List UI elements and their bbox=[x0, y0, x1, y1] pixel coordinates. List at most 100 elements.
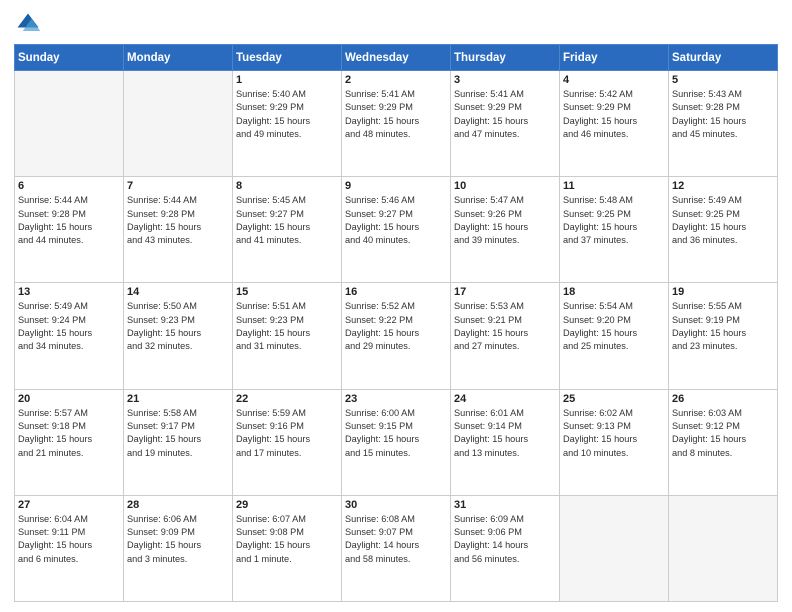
day-number: 3 bbox=[454, 74, 556, 86]
calendar-cell: 27 Sunrise: 6:04 AMSunset: 9:11 PMDaylig… bbox=[15, 495, 124, 601]
day-info: Sunrise: 5:45 AMSunset: 9:27 PMDaylight:… bbox=[236, 194, 338, 247]
calendar-cell: 18 Sunrise: 5:54 AMSunset: 9:20 PMDaylig… bbox=[560, 283, 669, 389]
day-number: 16 bbox=[345, 286, 447, 298]
weekday-header-tuesday: Tuesday bbox=[233, 45, 342, 71]
day-number: 5 bbox=[672, 74, 774, 86]
calendar-cell: 12 Sunrise: 5:49 AMSunset: 9:25 PMDaylig… bbox=[669, 177, 778, 283]
week-row-1: 1 Sunrise: 5:40 AMSunset: 9:29 PMDayligh… bbox=[15, 71, 778, 177]
day-number: 17 bbox=[454, 286, 556, 298]
day-info: Sunrise: 5:55 AMSunset: 9:19 PMDaylight:… bbox=[672, 300, 774, 353]
weekday-header-thursday: Thursday bbox=[451, 45, 560, 71]
calendar-cell: 3 Sunrise: 5:41 AMSunset: 9:29 PMDayligh… bbox=[451, 71, 560, 177]
week-row-4: 20 Sunrise: 5:57 AMSunset: 9:18 PMDaylig… bbox=[15, 389, 778, 495]
weekday-header-monday: Monday bbox=[124, 45, 233, 71]
header bbox=[14, 10, 778, 38]
calendar-cell: 21 Sunrise: 5:58 AMSunset: 9:17 PMDaylig… bbox=[124, 389, 233, 495]
day-number: 6 bbox=[18, 180, 120, 192]
day-number: 23 bbox=[345, 393, 447, 405]
calendar-cell: 20 Sunrise: 5:57 AMSunset: 9:18 PMDaylig… bbox=[15, 389, 124, 495]
calendar-cell: 31 Sunrise: 6:09 AMSunset: 9:06 PMDaylig… bbox=[451, 495, 560, 601]
day-info: Sunrise: 5:41 AMSunset: 9:29 PMDaylight:… bbox=[454, 88, 556, 141]
day-info: Sunrise: 5:40 AMSunset: 9:29 PMDaylight:… bbox=[236, 88, 338, 141]
week-row-2: 6 Sunrise: 5:44 AMSunset: 9:28 PMDayligh… bbox=[15, 177, 778, 283]
calendar-cell: 15 Sunrise: 5:51 AMSunset: 9:23 PMDaylig… bbox=[233, 283, 342, 389]
day-number: 28 bbox=[127, 499, 229, 511]
weekday-header-friday: Friday bbox=[560, 45, 669, 71]
logo bbox=[14, 10, 46, 38]
calendar-cell bbox=[15, 71, 124, 177]
day-number: 7 bbox=[127, 180, 229, 192]
calendar-cell: 7 Sunrise: 5:44 AMSunset: 9:28 PMDayligh… bbox=[124, 177, 233, 283]
calendar-cell: 2 Sunrise: 5:41 AMSunset: 9:29 PMDayligh… bbox=[342, 71, 451, 177]
day-number: 31 bbox=[454, 499, 556, 511]
day-info: Sunrise: 6:02 AMSunset: 9:13 PMDaylight:… bbox=[563, 407, 665, 460]
calendar-cell: 26 Sunrise: 6:03 AMSunset: 9:12 PMDaylig… bbox=[669, 389, 778, 495]
day-info: Sunrise: 5:49 AMSunset: 9:24 PMDaylight:… bbox=[18, 300, 120, 353]
day-number: 13 bbox=[18, 286, 120, 298]
day-number: 30 bbox=[345, 499, 447, 511]
day-number: 20 bbox=[18, 393, 120, 405]
calendar-cell: 11 Sunrise: 5:48 AMSunset: 9:25 PMDaylig… bbox=[560, 177, 669, 283]
calendar-cell: 17 Sunrise: 5:53 AMSunset: 9:21 PMDaylig… bbox=[451, 283, 560, 389]
day-info: Sunrise: 5:48 AMSunset: 9:25 PMDaylight:… bbox=[563, 194, 665, 247]
day-info: Sunrise: 6:06 AMSunset: 9:09 PMDaylight:… bbox=[127, 513, 229, 566]
weekday-header-saturday: Saturday bbox=[669, 45, 778, 71]
calendar-cell: 1 Sunrise: 5:40 AMSunset: 9:29 PMDayligh… bbox=[233, 71, 342, 177]
day-info: Sunrise: 5:46 AMSunset: 9:27 PMDaylight:… bbox=[345, 194, 447, 247]
calendar-cell: 10 Sunrise: 5:47 AMSunset: 9:26 PMDaylig… bbox=[451, 177, 560, 283]
page: SundayMondayTuesdayWednesdayThursdayFrid… bbox=[0, 0, 792, 612]
day-number: 25 bbox=[563, 393, 665, 405]
calendar-cell: 14 Sunrise: 5:50 AMSunset: 9:23 PMDaylig… bbox=[124, 283, 233, 389]
day-number: 1 bbox=[236, 74, 338, 86]
day-info: Sunrise: 5:41 AMSunset: 9:29 PMDaylight:… bbox=[345, 88, 447, 141]
calendar-cell: 28 Sunrise: 6:06 AMSunset: 9:09 PMDaylig… bbox=[124, 495, 233, 601]
calendar-cell: 30 Sunrise: 6:08 AMSunset: 9:07 PMDaylig… bbox=[342, 495, 451, 601]
calendar-cell: 9 Sunrise: 5:46 AMSunset: 9:27 PMDayligh… bbox=[342, 177, 451, 283]
day-info: Sunrise: 6:07 AMSunset: 9:08 PMDaylight:… bbox=[236, 513, 338, 566]
day-info: Sunrise: 5:44 AMSunset: 9:28 PMDaylight:… bbox=[127, 194, 229, 247]
day-info: Sunrise: 6:09 AMSunset: 9:06 PMDaylight:… bbox=[454, 513, 556, 566]
day-info: Sunrise: 5:58 AMSunset: 9:17 PMDaylight:… bbox=[127, 407, 229, 460]
day-info: Sunrise: 5:54 AMSunset: 9:20 PMDaylight:… bbox=[563, 300, 665, 353]
calendar-cell: 4 Sunrise: 5:42 AMSunset: 9:29 PMDayligh… bbox=[560, 71, 669, 177]
day-number: 27 bbox=[18, 499, 120, 511]
calendar-cell: 19 Sunrise: 5:55 AMSunset: 9:19 PMDaylig… bbox=[669, 283, 778, 389]
weekday-header-wednesday: Wednesday bbox=[342, 45, 451, 71]
day-info: Sunrise: 5:52 AMSunset: 9:22 PMDaylight:… bbox=[345, 300, 447, 353]
day-number: 18 bbox=[563, 286, 665, 298]
day-info: Sunrise: 5:43 AMSunset: 9:28 PMDaylight:… bbox=[672, 88, 774, 141]
day-number: 9 bbox=[345, 180, 447, 192]
day-number: 12 bbox=[672, 180, 774, 192]
day-number: 22 bbox=[236, 393, 338, 405]
calendar-cell bbox=[124, 71, 233, 177]
calendar-cell: 24 Sunrise: 6:01 AMSunset: 9:14 PMDaylig… bbox=[451, 389, 560, 495]
weekday-header-row: SundayMondayTuesdayWednesdayThursdayFrid… bbox=[15, 45, 778, 71]
calendar-cell: 29 Sunrise: 6:07 AMSunset: 9:08 PMDaylig… bbox=[233, 495, 342, 601]
day-info: Sunrise: 6:04 AMSunset: 9:11 PMDaylight:… bbox=[18, 513, 120, 566]
day-info: Sunrise: 5:57 AMSunset: 9:18 PMDaylight:… bbox=[18, 407, 120, 460]
calendar-cell: 23 Sunrise: 6:00 AMSunset: 9:15 PMDaylig… bbox=[342, 389, 451, 495]
calendar-cell: 25 Sunrise: 6:02 AMSunset: 9:13 PMDaylig… bbox=[560, 389, 669, 495]
weekday-header-sunday: Sunday bbox=[15, 45, 124, 71]
calendar-table: SundayMondayTuesdayWednesdayThursdayFrid… bbox=[14, 44, 778, 602]
day-info: Sunrise: 5:59 AMSunset: 9:16 PMDaylight:… bbox=[236, 407, 338, 460]
day-number: 19 bbox=[672, 286, 774, 298]
day-number: 21 bbox=[127, 393, 229, 405]
day-info: Sunrise: 5:47 AMSunset: 9:26 PMDaylight:… bbox=[454, 194, 556, 247]
day-info: Sunrise: 5:53 AMSunset: 9:21 PMDaylight:… bbox=[454, 300, 556, 353]
calendar-cell: 5 Sunrise: 5:43 AMSunset: 9:28 PMDayligh… bbox=[669, 71, 778, 177]
day-number: 29 bbox=[236, 499, 338, 511]
calendar-cell: 16 Sunrise: 5:52 AMSunset: 9:22 PMDaylig… bbox=[342, 283, 451, 389]
calendar-cell: 13 Sunrise: 5:49 AMSunset: 9:24 PMDaylig… bbox=[15, 283, 124, 389]
day-info: Sunrise: 5:51 AMSunset: 9:23 PMDaylight:… bbox=[236, 300, 338, 353]
day-info: Sunrise: 6:01 AMSunset: 9:14 PMDaylight:… bbox=[454, 407, 556, 460]
day-number: 8 bbox=[236, 180, 338, 192]
day-number: 10 bbox=[454, 180, 556, 192]
day-info: Sunrise: 5:50 AMSunset: 9:23 PMDaylight:… bbox=[127, 300, 229, 353]
calendar-cell: 6 Sunrise: 5:44 AMSunset: 9:28 PMDayligh… bbox=[15, 177, 124, 283]
day-number: 4 bbox=[563, 74, 665, 86]
day-number: 14 bbox=[127, 286, 229, 298]
calendar-cell bbox=[669, 495, 778, 601]
day-info: Sunrise: 6:08 AMSunset: 9:07 PMDaylight:… bbox=[345, 513, 447, 566]
day-info: Sunrise: 5:49 AMSunset: 9:25 PMDaylight:… bbox=[672, 194, 774, 247]
